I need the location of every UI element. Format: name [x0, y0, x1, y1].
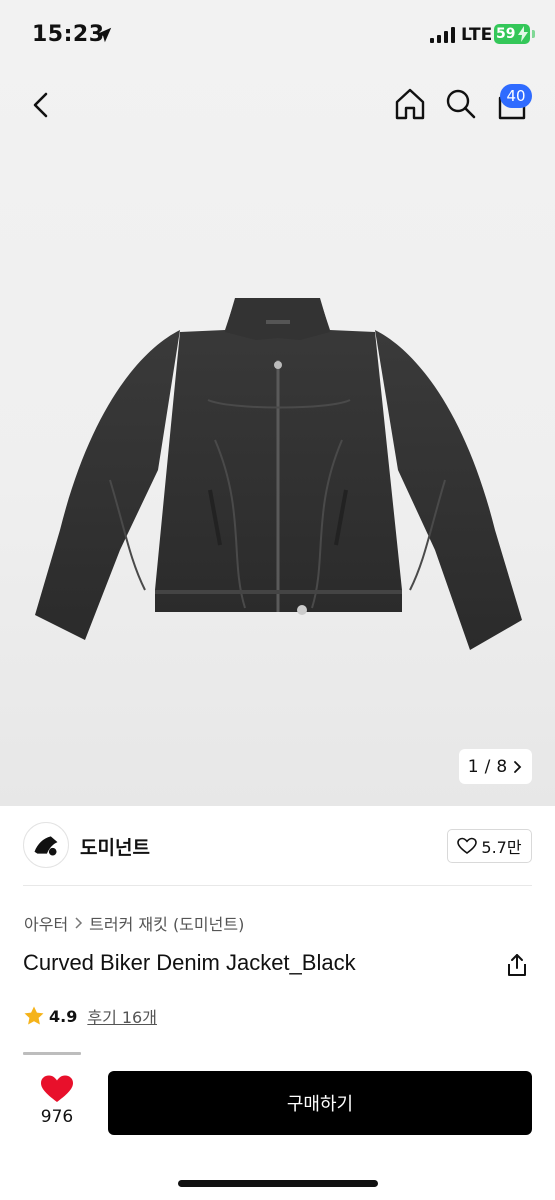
battery-level: 59	[496, 26, 516, 42]
charging-bolt-icon	[518, 26, 528, 42]
section-divider	[23, 885, 532, 886]
buy-button[interactable]: 구매하기	[108, 1071, 532, 1135]
brand-logo[interactable]	[23, 822, 69, 868]
product-rating: 4.9 후기 16개	[23, 1004, 157, 1028]
breadcrumb: 아우터 트러커 재킷 (도미넌트)	[24, 911, 244, 935]
search-icon[interactable]	[443, 86, 479, 122]
breadcrumb-subcategory[interactable]: 트러커 재킷 (도미넌트)	[89, 911, 244, 935]
brand-like-count: 5.7만	[481, 838, 522, 857]
breadcrumb-category[interactable]: 아우터	[24, 911, 68, 935]
star-icon	[24, 1006, 44, 1025]
battery-cap	[532, 30, 535, 38]
location-arrow-icon	[96, 27, 112, 43]
chevron-right-icon	[75, 917, 83, 929]
image-counter-separator: /	[484, 756, 491, 777]
brand-name[interactable]: 도미넌트	[80, 833, 150, 860]
heart-outline-icon	[457, 837, 478, 854]
home-icon[interactable]	[392, 86, 428, 122]
image-total-count: 8	[496, 756, 508, 777]
image-current-index: 1	[467, 756, 479, 777]
network-type: LTE	[461, 25, 493, 45]
favorite-count: 976	[40, 1107, 74, 1127]
brand-like-button[interactable]: 5.7만	[447, 829, 532, 863]
rating-score: 4.9	[49, 1006, 78, 1026]
image-page-counter[interactable]: 1 / 8	[459, 749, 532, 784]
chevron-right-icon	[514, 760, 522, 773]
cart-count-badge: 40	[500, 84, 532, 108]
status-time: 15:23	[32, 22, 105, 47]
status-bar: 15:23 LTE 59	[0, 0, 555, 70]
top-navigation: 40	[0, 80, 555, 130]
product-photo-denim-jacket	[35, 298, 522, 650]
product-image-gallery[interactable]: 15:23 LTE 59 40 1 / 8	[0, 0, 555, 806]
share-icon[interactable]	[505, 952, 529, 978]
home-indicator	[178, 1180, 378, 1187]
product-title: Curved Biker Denim Jacket_Black	[23, 950, 356, 975]
battery-indicator: 59	[494, 24, 530, 44]
cellular-signal-icon	[430, 27, 455, 43]
reviews-link[interactable]: 후기 16개	[87, 1004, 157, 1028]
back-arrow-icon[interactable]	[26, 88, 56, 122]
heart-filled-icon[interactable]	[40, 1074, 74, 1104]
